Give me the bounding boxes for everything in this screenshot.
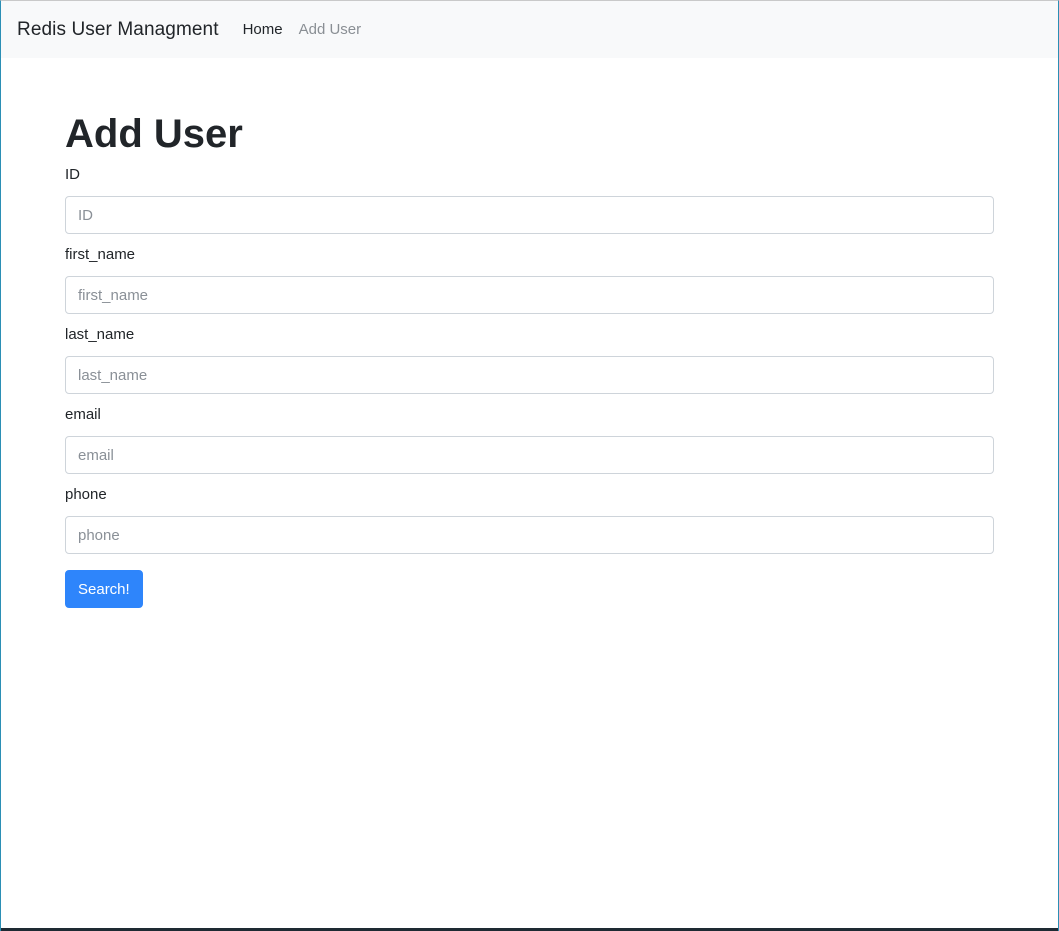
form-group-id: ID	[65, 166, 995, 234]
id-input[interactable]	[65, 196, 994, 234]
form-group-first-name: first_name	[65, 246, 995, 314]
add-user-form: ID first_name last_name email phone Sear…	[65, 166, 995, 608]
navbar: Redis User Managment Home Add User	[1, 1, 1058, 58]
email-label: email	[65, 406, 101, 423]
form-group-email: email	[65, 406, 995, 474]
phone-label: phone	[65, 486, 107, 503]
last-name-input[interactable]	[65, 356, 994, 394]
browser-viewport: Redis User Managment Home Add User Add U…	[0, 0, 1059, 931]
last-name-label: last_name	[65, 326, 135, 343]
phone-input[interactable]	[65, 516, 994, 554]
main-container: Add User ID first_name last_name email p…	[65, 58, 995, 608]
id-label: ID	[65, 166, 80, 183]
search-button[interactable]: Search!	[65, 570, 143, 608]
form-group-last-name: last_name	[65, 326, 995, 394]
first-name-input[interactable]	[65, 276, 994, 314]
page-title: Add User	[65, 112, 243, 156]
nav-link-add-user[interactable]: Add User	[299, 21, 362, 38]
form-group-phone: phone	[65, 486, 995, 554]
first-name-label: first_name	[65, 246, 136, 263]
email-input[interactable]	[65, 436, 994, 474]
nav-link-home[interactable]: Home	[243, 21, 283, 38]
navbar-brand[interactable]: Redis User Managment	[17, 19, 219, 41]
